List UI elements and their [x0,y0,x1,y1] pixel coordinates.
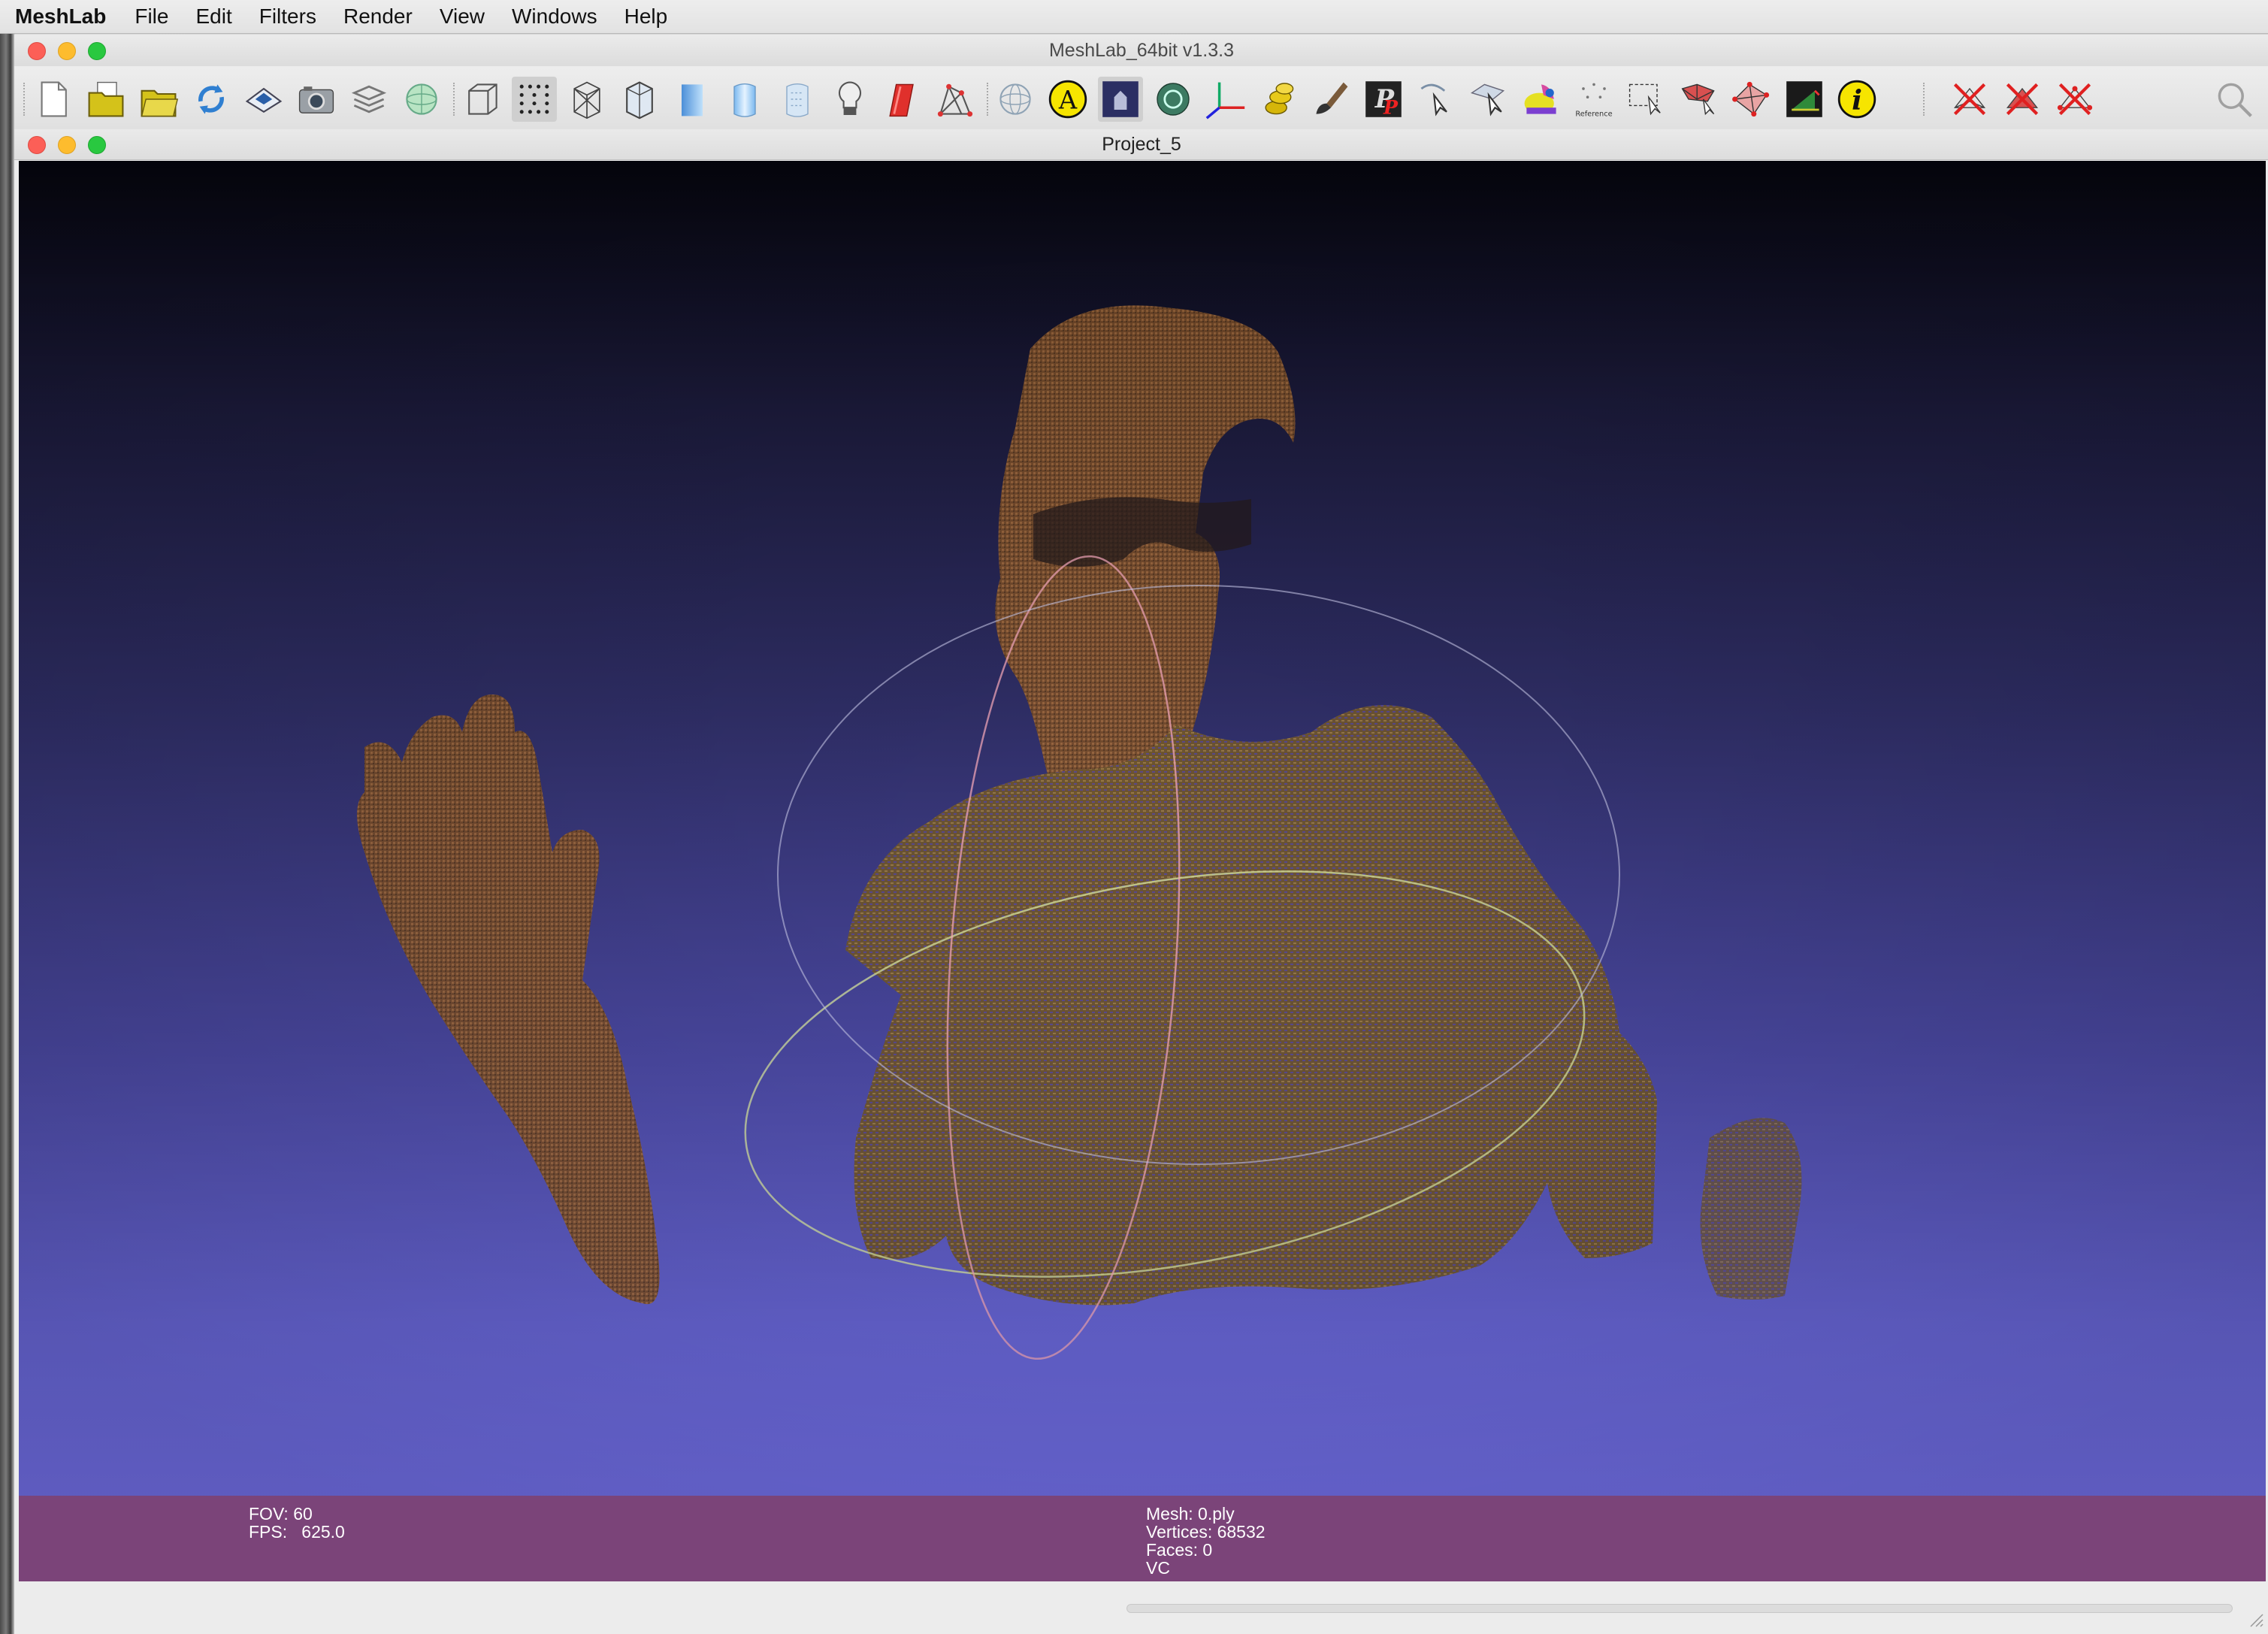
toolbar-separator [453,83,456,116]
delete-vertices-icon[interactable] [2052,77,2097,122]
points-icon[interactable] [512,77,557,122]
texture-icon[interactable] [775,77,820,122]
align-icon[interactable] [1782,77,1827,122]
3d-viewport[interactable] [19,161,2266,1530]
save-icon[interactable] [241,77,286,122]
axis-icon[interactable] [1203,77,1248,122]
menu-windows[interactable]: Windows [512,5,597,29]
point-picker-icon[interactable]: PP [1361,77,1406,122]
status-bar [14,1583,2268,1634]
brush-icon[interactable] [1308,77,1353,122]
measure-icon[interactable] [1151,77,1196,122]
menu-view[interactable]: View [440,5,485,29]
horizontal-scrollbar[interactable] [1126,1604,2233,1613]
svg-text:A: A [1058,86,1078,115]
search-icon[interactable] [2212,77,2257,122]
select-tool-2-icon[interactable] [1466,77,1511,122]
menu-bar: MeshLab File Edit Filters Render View Wi… [0,0,2268,34]
mesh-name-label: Mesh: 0.ply [1146,1504,1235,1524]
close-project-button[interactable] [28,136,46,154]
select-vertices-icon[interactable] [1729,77,1774,122]
select-rect-icon[interactable] [1624,77,1669,122]
svg-text:i: i [1852,84,1862,116]
light-icon[interactable] [827,77,872,122]
viewport-info-bar: FOV: 60 FPS: 625.0 Mesh: 0.ply Vertices:… [19,1496,2266,1581]
menu-edit[interactable]: Edit [195,5,231,29]
resize-grip-icon[interactable] [2248,1611,2264,1628]
vertices-label: Vertices: 68532 [1146,1522,1266,1542]
toolbar-separator [1923,83,1926,116]
info-icon[interactable]: i [1834,77,1879,122]
layers-icon[interactable] [346,77,392,122]
open-project-icon[interactable] [83,77,129,122]
menu-help[interactable]: Help [624,5,668,29]
delete-faces-icon[interactable] [2000,77,2045,122]
close-window-button[interactable] [28,42,46,60]
wireframe-icon[interactable] [564,77,609,122]
window-title: MeshLab_64bit v1.3.3 [1048,40,1234,61]
globe-icon[interactable] [399,77,444,122]
minimize-project-button[interactable] [58,136,76,154]
faces-label: Faces: 0 [1146,1540,1213,1560]
reload-icon[interactable] [189,77,234,122]
app-menu[interactable]: MeshLab [15,5,106,29]
toolbar: A PP Reference i [14,68,2268,130]
new-project-icon[interactable] [31,77,76,122]
fps-label: FPS: 625.0 [249,1522,345,1542]
zoom-project-button[interactable] [88,136,106,154]
flat-icon[interactable] [670,77,715,122]
fov-label: FOV: 60 [249,1504,313,1524]
menu-render[interactable]: Render [343,5,413,29]
zoom-window-button[interactable] [88,42,106,60]
main-window: MeshLab_64bit v1.3.3 A P P Reference i P… [14,35,2268,1634]
menu-file[interactable]: File [135,5,168,29]
annotation-icon[interactable]: A [1045,77,1090,122]
trackball-icon[interactable] [993,77,1038,122]
smooth-icon[interactable] [722,77,767,122]
paint-dark-icon[interactable] [1098,77,1143,122]
color-icon[interactable] [880,77,925,122]
select-tool-icon[interactable] [1414,77,1459,122]
menu-filters[interactable]: Filters [259,5,316,29]
reference-icon[interactable]: Reference [1571,77,1616,122]
open-mesh-icon[interactable] [136,77,181,122]
svg-text:P: P [1383,96,1399,119]
hidden-lines-icon[interactable] [617,77,662,122]
project-title: Project_5 [1102,134,1181,155]
toolbar-separator [987,83,990,116]
minimize-window-button[interactable] [58,42,76,60]
bbox-icon[interactable] [459,77,504,122]
svg-text:Reference: Reference [1575,110,1612,118]
snapshot-icon[interactable] [294,77,339,122]
select-faces-icon[interactable] [1677,77,1722,122]
project-titlebar: Project_5 [14,129,2268,160]
render-mode-label: VC [1146,1558,1170,1578]
z-paint-icon[interactable] [1519,77,1564,122]
point-cloud-scene [19,161,2266,1530]
coins-icon[interactable] [1256,77,1301,122]
toolbar-separator [23,83,26,116]
delete-icon[interactable] [1947,77,1992,122]
window-titlebar: MeshLab_64bit v1.3.3 [14,35,2268,66]
polylines-icon[interactable] [933,77,978,122]
